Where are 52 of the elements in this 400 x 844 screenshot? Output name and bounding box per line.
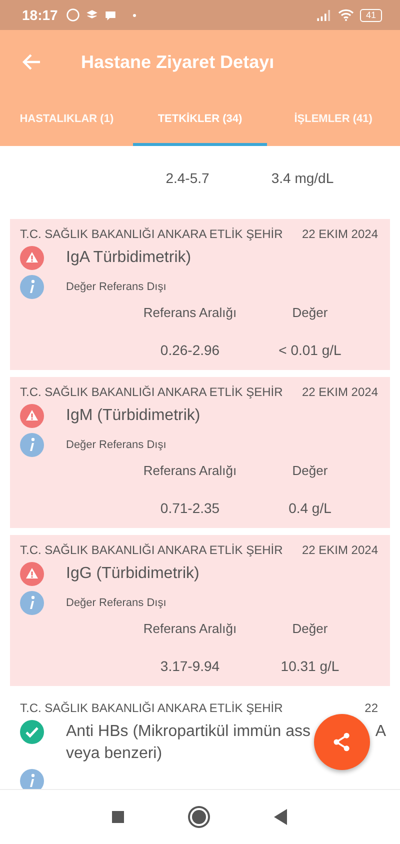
result-note: Değer Referans Dışı — [66, 280, 166, 293]
result-note: Değer Referans Dışı — [66, 596, 166, 609]
clock: 18:17 — [22, 7, 58, 23]
result-date: 22 EKIM 2024 — [302, 227, 378, 241]
result-card[interactable]: T.C. SAĞLIK BAKANLIĞI ANKARA ETLİK ŞEHİR 22 EKIM 2024 IgM (Türbidimetrik) Değer Referans Dışı Referans Aralığı Değer 0.71-2.35 0.4 g/L — [10, 377, 390, 528]
layers-icon — [86, 9, 98, 21]
signal-icon — [316, 10, 332, 20]
column-label: Değer — [291, 621, 329, 636]
test-name: IgG (Türbidimetrik) — [66, 564, 200, 584]
screen-title: Hastane Ziyaret Detayı — [81, 52, 274, 72]
result-date: 22 — [364, 701, 378, 715]
test-name: veya benzeri) — [66, 744, 162, 764]
warning-icon — [20, 404, 44, 428]
back-icon[interactable] — [274, 809, 288, 825]
hospital-name: T.C. SAĞLIK BAKANLIĞI ANKARA ETLİK ŞEHİR — [20, 701, 283, 715]
test-name: IgM (Türbidimetrik) — [66, 406, 200, 426]
info-icon — [20, 433, 44, 457]
test-name: IgA Türbidimetrik) — [66, 248, 192, 268]
info-icon — [20, 275, 44, 299]
result-date: 22 EKIM 2024 — [302, 543, 378, 557]
hospital-name: T.C. SAĞLIK BAKANLIĞI ANKARA ETLİK ŞEHİR — [20, 543, 283, 557]
battery-indicator: 41 — [360, 8, 382, 22]
result-value: 0.4 g/L — [288, 500, 332, 516]
warning-icon — [20, 562, 44, 586]
warning-icon — [20, 246, 44, 270]
column-label: Referans Aralığı — [142, 621, 238, 636]
test-name: Anti HBs (Mikropartikül immün ass — [66, 722, 310, 742]
result-value: 10.31 g/L — [280, 658, 340, 674]
message-icon — [104, 8, 117, 22]
column-label: Değer — [291, 463, 329, 478]
wifi-icon — [338, 9, 354, 21]
reference-range: 0.26-2.96 — [159, 342, 221, 358]
column-label: Referans Aralığı — [142, 463, 238, 478]
result-card[interactable]: T.C. SAĞLIK BAKANLIĞI ANKARA ETLİK ŞEHİR 22 EKIM 2024 IgA Türbidimetrik) Değer Referans Dışı Referans Aralığı Değer 0.26-2.96 < 0.01 g/L — [10, 219, 390, 370]
column-label: Referans Aralığı — [142, 305, 238, 320]
home-icon[interactable] — [192, 810, 206, 824]
column-label: Değer — [291, 305, 329, 320]
result-value: < 0.01 g/L — [278, 342, 342, 358]
result-note: Değer Referans Dışı — [66, 438, 166, 451]
dot-icon — [132, 14, 136, 16]
reference-range: 3.17-9.94 — [159, 658, 221, 674]
info-icon — [20, 591, 44, 615]
reference-range: 0.71-2.35 — [159, 500, 221, 516]
hospital-name: T.C. SAĞLIK BAKANLIĞI ANKARA ETLİK ŞEHİR — [20, 385, 283, 399]
back-arrow-icon[interactable] — [22, 52, 42, 72]
reference-range: 2.4-5.7 — [164, 170, 210, 186]
result-card[interactable]: T.C. SAĞLIK BAKANLIĞI ANKARA ETLİK ŞEHİR 22 EKIM 2024 IgG (Türbidimetrik) Değer Referans Dışı Referans Aralığı Değer 3.17-9.94 10.31 g/L — [10, 535, 390, 686]
hospital-name: T.C. SAĞLIK BAKANLIĞI ANKARA ETLİK ŞEHİR — [20, 227, 283, 241]
result-value: 3.4 mg/dL — [270, 170, 335, 186]
check-icon — [20, 720, 44, 744]
test-name-fragment: A — [375, 722, 386, 742]
result-date: 22 EKIM 2024 — [302, 385, 378, 399]
